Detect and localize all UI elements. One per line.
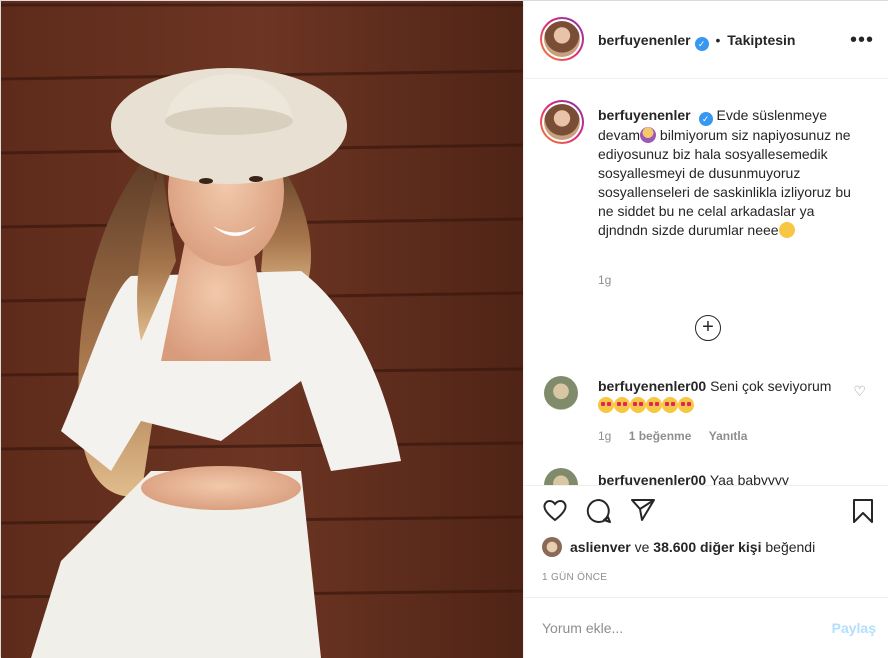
author-username[interactable]: berfuyenenler — [598, 32, 691, 48]
likes-suffix: beğendi — [761, 539, 816, 555]
comment-likes[interactable]: 1 beğenme — [629, 429, 692, 443]
caption-time[interactable]: 1g — [598, 273, 611, 287]
more-horizontal-icon[interactable]: ••• — [850, 29, 874, 52]
comment-meta: 1g 1 beğenme Yanıtla — [598, 429, 761, 443]
heart-eyes-emoji-icon — [598, 397, 614, 413]
likes-summary: aslienver ve 38.600 diğer kişi beğendi — [542, 537, 815, 557]
comment-username[interactable]: berfuyenenler00 — [598, 472, 706, 485]
comment-icon[interactable] — [586, 498, 612, 524]
woman-shrugging-emoji-icon — [640, 127, 657, 143]
author-avatar[interactable] — [540, 17, 584, 61]
likes-connector: ve — [630, 539, 654, 555]
heart-eyes-emoji-icon — [614, 397, 630, 413]
post-photo[interactable] — [1, 1, 523, 658]
comment-username[interactable]: berfuyenenler00 — [598, 378, 706, 394]
likes-count[interactable]: 38.600 diğer kişi — [653, 539, 761, 555]
caption-author-avatar[interactable] — [540, 100, 584, 144]
share-icon[interactable] — [630, 498, 656, 522]
comment-avatar[interactable] — [544, 468, 578, 485]
post-image — [1, 1, 523, 658]
heart-eyes-emoji-icon — [630, 397, 646, 413]
liker-avatar[interactable] — [542, 537, 562, 557]
bookmark-icon[interactable] — [851, 498, 875, 524]
post-modal: berfuyenenler ✓ • Takiptesin ••• berfuyen… — [0, 0, 888, 658]
comment-time[interactable]: 1g — [598, 429, 611, 443]
add-comment-section: Yorum ekle... Paylaş — [524, 597, 888, 658]
comment-avatar[interactable] — [544, 376, 578, 410]
caption-text-part-2: bilmiyorum siz napiyosunuz ne ediyosunuz… — [598, 127, 851, 238]
heart-icon[interactable] — [542, 498, 568, 522]
comment-text: Seni çok seviyorum — [710, 378, 832, 394]
post-caption: berfuyenenler ✓ Evde süslenmeye devam bil… — [598, 106, 868, 240]
header-user-line: berfuyenenler ✓ • Takiptesin — [598, 32, 795, 51]
heart-eyes-emoji-icon — [662, 397, 678, 413]
verified-icon: ✓ — [694, 37, 709, 51]
post-side-panel: berfuyenenler ✓ • Takiptesin ••• berfuyen… — [523, 1, 888, 658]
comment-2: berfuyenenler00 Yaa babyyyy — [598, 471, 848, 485]
persevering-face-emoji-icon — [778, 222, 795, 238]
comment-1: berfuyenenler00 Seni çok seviyorum — [598, 377, 848, 415]
comment-text: Yaa babyyyy — [709, 472, 789, 485]
verified-icon: ✓ — [698, 112, 713, 126]
action-bar — [524, 485, 888, 530]
reply-button[interactable]: Yanıtla — [709, 429, 748, 443]
plus-circle-icon[interactable]: + — [695, 315, 721, 341]
post-timestamp[interactable]: 1 GÜN ÖNCE — [542, 572, 607, 583]
liker-username[interactable]: aslienver — [570, 539, 631, 555]
comment-input[interactable]: Yorum ekle... — [542, 620, 623, 636]
caption-username[interactable]: berfuyenenler — [598, 107, 691, 123]
comment-like-heart-icon[interactable]: ♡ — [853, 383, 866, 400]
post-comment-button[interactable]: Paylaş — [832, 620, 876, 636]
comments-scroll-area[interactable]: berfuyenenler ✓ Evde süslenmeye devam bil… — [524, 80, 888, 485]
heart-eyes-emoji-icon — [646, 397, 662, 413]
post-header: berfuyenenler ✓ • Takiptesin ••• — [524, 1, 888, 79]
follow-status[interactable]: Takiptesin — [727, 32, 795, 48]
heart-eyes-emoji-icon — [678, 397, 694, 413]
separator-dot: • — [715, 32, 721, 48]
